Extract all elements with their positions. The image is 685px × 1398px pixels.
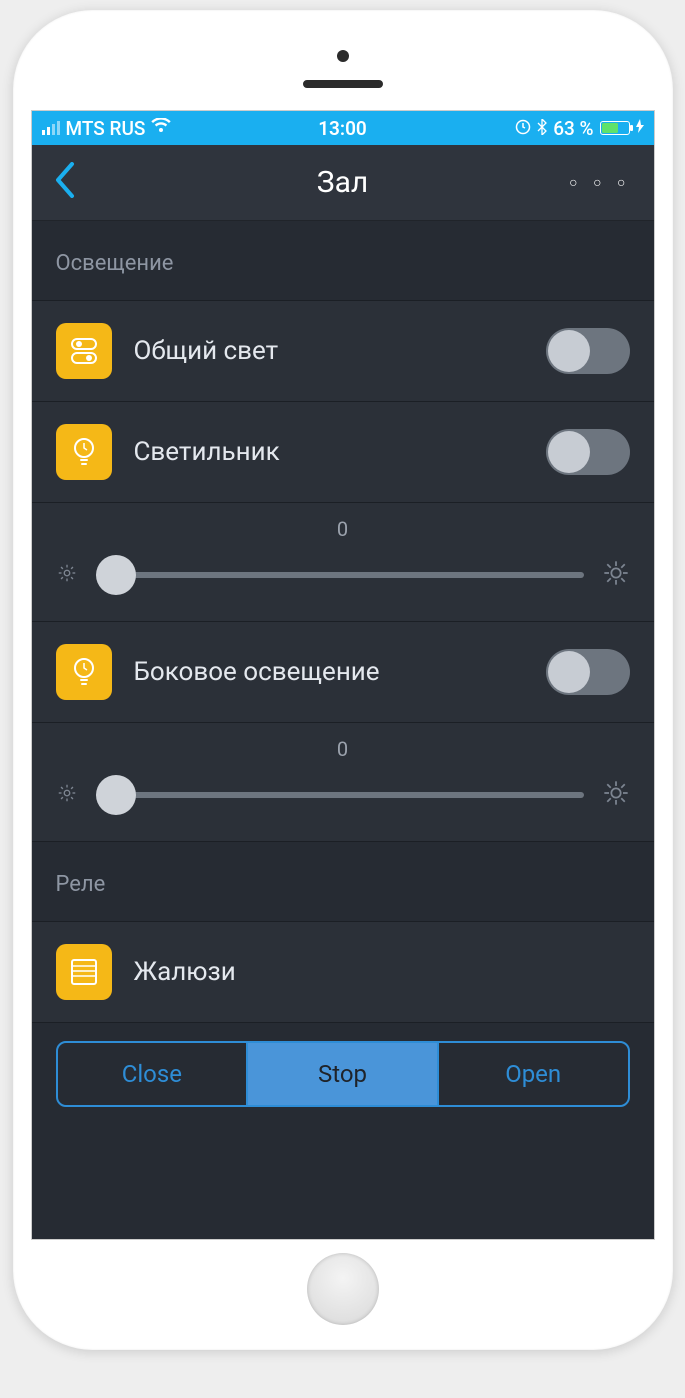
charging-icon (636, 119, 644, 137)
status-bar: MTS RUS 13:00 63 % (32, 111, 654, 145)
nav-bar: Зал ○ ○ ○ (32, 145, 654, 221)
phone-camera (337, 50, 349, 62)
row-obshchiy-svet: Общий свет (32, 301, 654, 402)
row-label: Светильник (134, 437, 524, 467)
section-header-lighting: Освещение (32, 221, 654, 301)
content-scroll[interactable]: Освещение Общий свет Светильник 0 (32, 221, 654, 1239)
brightness-high-icon (602, 779, 630, 811)
open-button[interactable]: Open (437, 1043, 628, 1105)
toggle-bokovoe[interactable] (546, 649, 630, 695)
back-button[interactable] (54, 161, 76, 205)
row-label: Общий свет (134, 336, 524, 366)
carrier-label: MTS RUS (66, 117, 146, 140)
status-right: 63 % (515, 117, 643, 140)
battery-text: 63 % (553, 117, 593, 140)
bluetooth-icon (537, 117, 547, 140)
toggle-obshchiy-svet[interactable] (546, 328, 630, 374)
row-zhalyuzi: Жалюзи (32, 922, 654, 1023)
slider-bokovoe: 0 (32, 723, 654, 842)
phone-speaker (303, 80, 383, 88)
brightness-high-icon (602, 559, 630, 591)
brightness-slider[interactable] (96, 792, 584, 798)
slider-value: 0 (56, 517, 630, 541)
section-header-relay: Реле (32, 842, 654, 922)
brightness-low-icon (56, 562, 78, 588)
blinds-icon (56, 944, 112, 1000)
row-label: Боковое освещение (134, 657, 524, 687)
bulb-icon (56, 644, 112, 700)
row-label: Жалюзи (134, 957, 630, 987)
screen: MTS RUS 13:00 63 % (31, 110, 655, 1240)
switches-icon (56, 323, 112, 379)
bulb-icon (56, 424, 112, 480)
close-button[interactable]: Close (58, 1043, 247, 1105)
toggle-svetilnik[interactable] (546, 429, 630, 475)
slider-value: 0 (56, 737, 630, 761)
blinds-segmented-control: Close Stop Open (56, 1041, 630, 1107)
stop-button[interactable]: Stop (246, 1043, 437, 1105)
battery-icon (600, 121, 630, 135)
phone-frame: MTS RUS 13:00 63 % (13, 10, 673, 1350)
home-button[interactable] (307, 1253, 379, 1325)
brightness-low-icon (56, 782, 78, 808)
page-title: Зал (317, 165, 368, 200)
row-svetilnik: Светильник (32, 402, 654, 503)
row-bokovoe: Боковое освещение (32, 622, 654, 723)
orientation-lock-icon (515, 117, 531, 140)
slider-svetilnik: 0 (32, 503, 654, 622)
brightness-slider[interactable] (96, 572, 584, 578)
more-button[interactable]: ○ ○ ○ (569, 174, 631, 191)
signal-icon (42, 121, 60, 135)
wifi-icon (151, 118, 171, 139)
status-time: 13:00 (318, 117, 367, 140)
status-left: MTS RUS (42, 117, 172, 140)
